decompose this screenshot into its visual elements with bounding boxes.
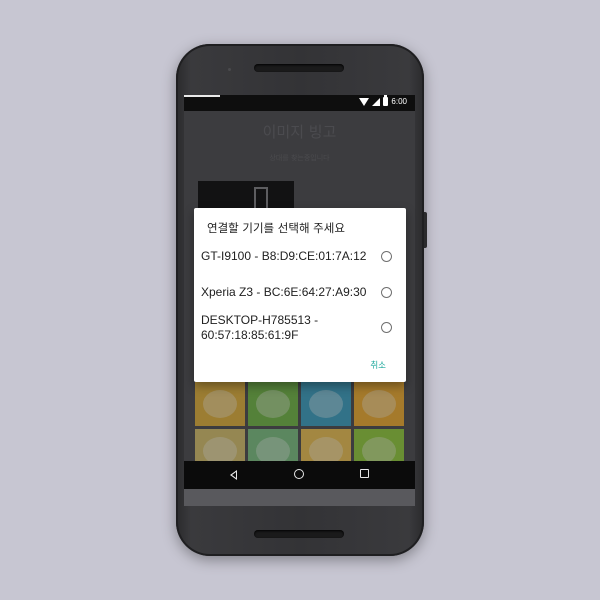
battery-icon	[383, 95, 389, 106]
status-bar: 6:00	[184, 95, 415, 111]
front-camera	[228, 68, 231, 71]
device-option-label: GT-I9100 - B8:D9:CE:01:7A:12	[201, 249, 367, 263]
status-time: 6:00	[391, 97, 407, 106]
dialog-title: 연결할 기기를 선택해 주세요	[207, 221, 345, 235]
cancel-button[interactable]: 취소	[370, 359, 386, 371]
device-option-xperia-z3[interactable]: Xperia Z3 - BC:6E:64:27:A9:30	[201, 285, 399, 300]
device-option-gt-i9100[interactable]: GT-I9100 - B8:D9:CE:01:7A:12	[201, 249, 399, 264]
device-option-label: Xperia Z3 - BC:6E:64:27:A9:30	[201, 285, 367, 299]
radio-button[interactable]	[381, 322, 392, 333]
signal-icon	[372, 97, 381, 106]
radio-button[interactable]	[381, 251, 392, 262]
top-speaker	[254, 64, 344, 72]
device-select-dialog: 연결할 기기를 선택해 주세요 GT-I9100 - B8:D9:CE:01:7…	[194, 208, 406, 382]
bottom-speaker	[254, 530, 344, 538]
home-icon[interactable]	[294, 469, 304, 479]
navigation-bar	[184, 461, 415, 489]
device-option-desktop[interactable]: DESKTOP-H785513 - 60:57:18:85:61:9F	[201, 313, 399, 343]
recents-icon[interactable]	[360, 469, 369, 478]
status-indicator-line	[184, 95, 220, 97]
wifi-icon	[359, 97, 370, 106]
back-icon[interactable]	[230, 470, 237, 480]
device-option-label: DESKTOP-H785513 - 60:57:18:85:61:9F	[201, 313, 319, 342]
status-icons: 6:00	[359, 95, 407, 106]
radio-button[interactable]	[381, 287, 392, 298]
